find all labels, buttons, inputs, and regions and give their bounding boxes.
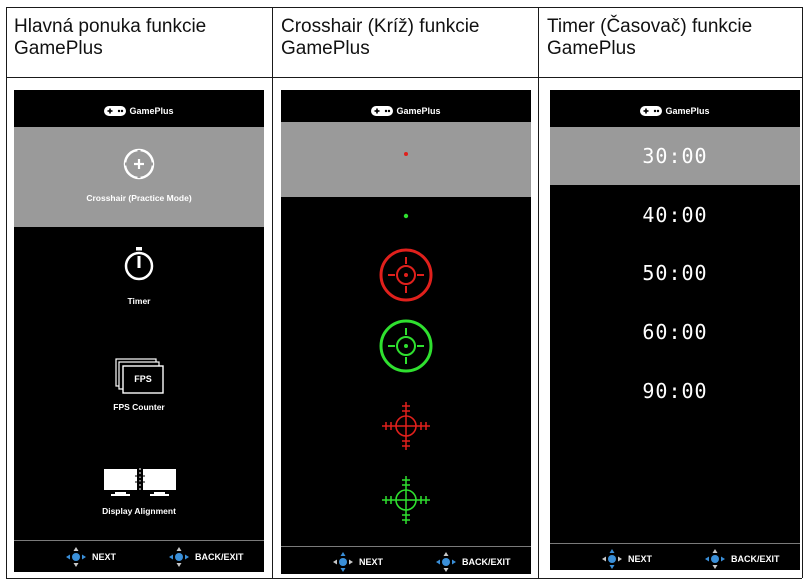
table-border <box>6 7 7 578</box>
gameplus-logo: GamePlus <box>550 104 800 118</box>
header-crosshair: Crosshair (Kríž) funkcie GamePlus <box>281 16 480 59</box>
gamepad-icon <box>371 106 394 116</box>
footer-divider <box>550 543 800 544</box>
green-circle-crosshair-icon[interactable] <box>378 318 434 374</box>
back-exit-button[interactable]: BACK/EXIT <box>167 545 244 569</box>
display-alignment-label: Display Alignment <box>102 506 176 516</box>
back-exit-label: BACK/EXIT <box>195 552 244 562</box>
back-exit-label: BACK/EXIT <box>731 554 780 564</box>
next-button[interactable]: NEXT <box>331 550 383 574</box>
dpad-icon <box>66 547 86 567</box>
dpad-icon <box>436 552 456 572</box>
green-scope-crosshair-icon[interactable] <box>380 474 432 526</box>
dpad-icon <box>169 547 189 567</box>
timer-option[interactable]: 30:00 <box>550 144 800 168</box>
timer-option[interactable]: 60:00 <box>550 320 800 344</box>
fps-icon-text: FPS <box>134 374 152 384</box>
next-button[interactable]: NEXT <box>600 547 652 570</box>
gameplus-main-menu-panel: GamePlus Crosshair (Practice Mode) Timer… <box>14 90 264 572</box>
timer-icon <box>124 247 154 281</box>
next-label: NEXT <box>359 557 384 567</box>
crosshair-label: Crosshair (Practice Mode) <box>86 193 192 203</box>
gameplus-timer-panel: GamePlus 30:00 40:00 50:00 60:00 90:00 N… <box>550 90 800 570</box>
red-scope-crosshair-icon[interactable] <box>380 400 432 452</box>
crosshair-option-red-dot-selected[interactable] <box>281 122 531 197</box>
gameplus-title: GamePlus <box>396 106 441 116</box>
table-border <box>272 7 273 578</box>
gameplus-title: GamePlus <box>665 106 710 116</box>
gameplus-logo: GamePlus <box>281 104 531 118</box>
crosshair-icon <box>123 148 155 180</box>
gameplus-crosshair-panel: GamePlus NEXT BACK/EXIT <box>281 90 531 574</box>
footer-divider <box>14 540 264 541</box>
timer-label: Timer <box>127 296 151 306</box>
timer-option[interactable]: 90:00 <box>550 379 800 403</box>
timer-option[interactable]: 40:00 <box>550 203 800 227</box>
dpad-icon <box>705 549 725 569</box>
gameplus-title: GamePlus <box>129 106 174 116</box>
table-border <box>6 7 802 8</box>
fps-counter-label: FPS Counter <box>113 402 165 412</box>
table-border <box>6 77 802 78</box>
display-alignment-icon <box>104 468 176 496</box>
next-label: NEXT <box>628 554 653 564</box>
footer-divider <box>281 546 531 547</box>
next-label: NEXT <box>92 552 117 562</box>
table-border <box>6 578 802 579</box>
dpad-icon <box>333 552 353 572</box>
next-button[interactable]: NEXT <box>64 545 116 569</box>
back-exit-button[interactable]: BACK/EXIT <box>434 550 511 574</box>
red-dot-icon <box>404 152 408 156</box>
timer-option[interactable]: 50:00 <box>550 261 800 285</box>
green-dot-icon[interactable] <box>401 211 411 221</box>
header-main-menu: Hlavná ponuka funkcie GamePlus <box>14 16 207 59</box>
back-exit-button[interactable]: BACK/EXIT <box>703 547 780 570</box>
red-circle-crosshair-icon[interactable] <box>378 247 434 303</box>
gameplus-logo: GamePlus <box>14 104 264 118</box>
gamepad-icon <box>640 106 663 116</box>
header-timer: Timer (Časovač) funkcie GamePlus <box>547 16 753 59</box>
table-border <box>538 7 539 578</box>
dpad-icon <box>602 549 622 569</box>
back-exit-label: BACK/EXIT <box>462 557 511 567</box>
gamepad-icon <box>104 106 127 116</box>
